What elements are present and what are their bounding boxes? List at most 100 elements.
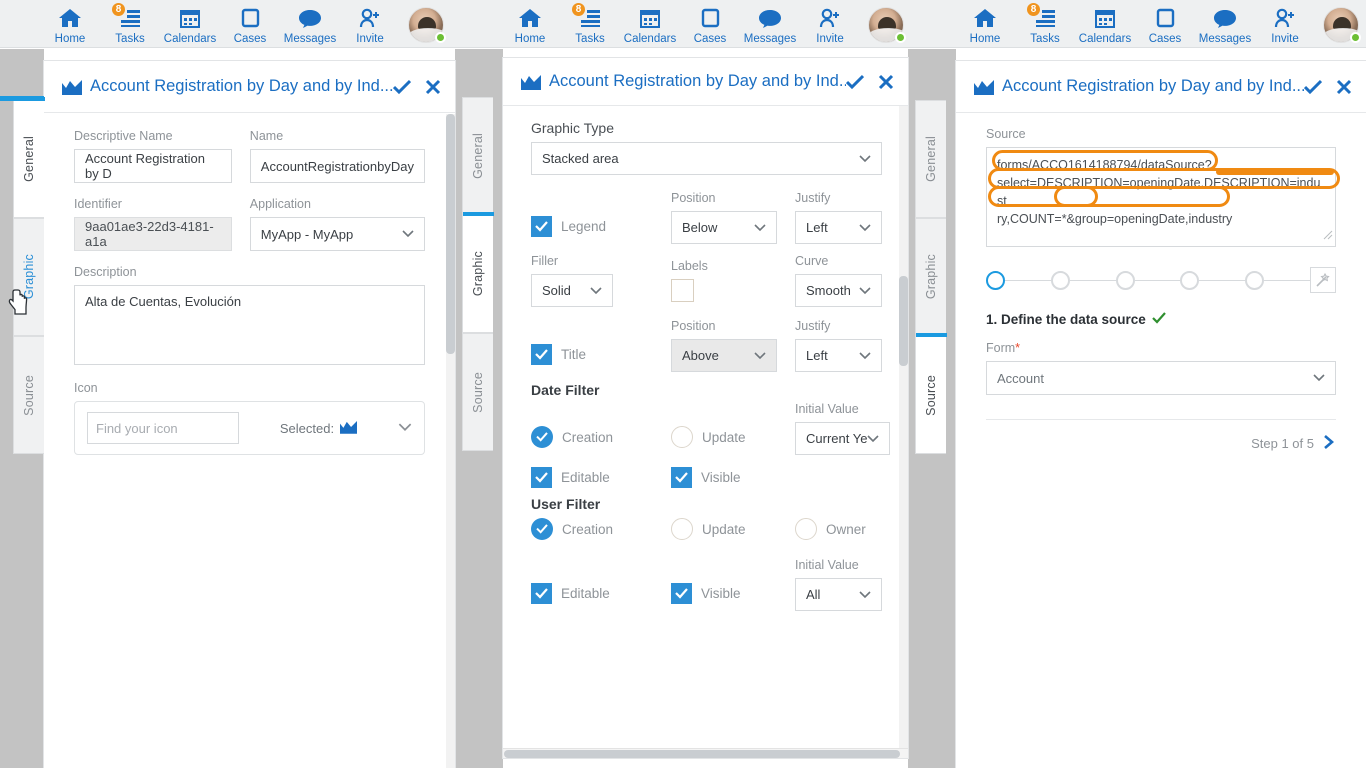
user-filter-initial-value-select[interactable]: All <box>795 578 882 611</box>
avatar[interactable] <box>1319 6 1363 44</box>
tab-source[interactable]: Source <box>13 336 44 454</box>
source-line-1: forms/ACCO1614188794/dataSource? <box>997 158 1212 172</box>
user-filter-creation-radio[interactable] <box>531 518 553 540</box>
name-input[interactable]: AccountRegistrationbyDay <box>249 149 425 183</box>
nav-item-calendars[interactable]: Calendars <box>1075 0 1135 46</box>
legend-checkbox[interactable] <box>531 216 552 237</box>
legend-position-select[interactable]: Below <box>671 211 777 244</box>
labels-checkbox[interactable] <box>671 279 694 302</box>
top-navigation-bar-1: Home 8 Tasks Calendars Cases Messages In… <box>0 0 460 48</box>
close-button[interactable] <box>425 79 441 95</box>
scrollbar-thumb[interactable] <box>899 276 908 366</box>
user-filter-visible-row[interactable]: Visible <box>671 583 777 611</box>
date-filter-update-row[interactable]: Update <box>671 426 777 455</box>
chevron-down-icon[interactable] <box>398 419 412 437</box>
nav-item-calendars[interactable]: Calendars <box>620 0 680 46</box>
legend-justify-select[interactable]: Left <box>795 211 882 244</box>
panel-graphic-vertical-scrollbar[interactable] <box>899 106 908 750</box>
wizard-step-1[interactable] <box>986 270 1005 290</box>
date-filter-update-radio[interactable] <box>671 426 693 448</box>
nav-item-tasks[interactable]: 8 Tasks <box>1015 0 1075 46</box>
form-select[interactable]: Account <box>986 361 1336 395</box>
user-filter-update-radio[interactable] <box>671 518 693 540</box>
nav-item-messages[interactable]: Messages <box>740 0 800 46</box>
date-filter-creation-row[interactable]: Creation <box>531 426 653 455</box>
legend-justify-field: Justify Left <box>795 191 882 244</box>
date-filter-editable-checkbox[interactable] <box>531 467 552 488</box>
descriptive-name-input[interactable]: Account Registration by D <box>74 149 232 183</box>
nav-item-calendars[interactable]: Calendars <box>160 0 220 46</box>
title-checkbox[interactable] <box>531 344 552 365</box>
source-textarea[interactable]: forms/ACCO1614188794/dataSource? select=… <box>986 147 1336 247</box>
tab-source[interactable]: Source <box>915 333 947 454</box>
avatar[interactable] <box>404 6 448 44</box>
nav-item-invite[interactable]: Invite <box>800 0 860 46</box>
nav-item-messages[interactable]: Messages <box>1195 0 1255 46</box>
user-filter-update-row[interactable]: Update <box>671 518 777 540</box>
curve-select[interactable]: Smooth <box>795 274 882 307</box>
accept-button[interactable] <box>393 79 411 95</box>
nav-item-cases[interactable]: Cases <box>220 0 280 46</box>
nav-item-messages[interactable]: Messages <box>280 0 340 46</box>
user-filter-visible-checkbox[interactable] <box>671 583 692 604</box>
title-justify-select[interactable]: Left <box>795 339 882 372</box>
avatar[interactable] <box>864 6 908 44</box>
tab-source[interactable]: Source <box>462 333 493 451</box>
identifier-field: Identifier 9aa01ae3-22d3-4181-a1a <box>74 197 232 251</box>
wizard-step-2[interactable] <box>1050 270 1070 290</box>
nav-item-tasks[interactable]: 8 Tasks <box>560 0 620 46</box>
title-checkbox-row[interactable]: Title <box>531 344 653 365</box>
date-filter-creation-radio[interactable] <box>531 426 553 448</box>
tab-graphic-label: Graphic <box>22 254 36 300</box>
icon-search-input[interactable]: Find your icon <box>87 412 239 444</box>
nav-item-invite[interactable]: Invite <box>340 0 400 46</box>
scrollbar-thumb[interactable] <box>446 114 455 354</box>
user-filter-editable-checkbox[interactable] <box>531 583 552 604</box>
date-filter-editable-row[interactable]: Editable <box>531 467 653 488</box>
date-filter-visible-checkbox[interactable] <box>671 467 692 488</box>
wizard-step-3[interactable] <box>1115 270 1135 290</box>
textarea-resize-grip[interactable] <box>1323 227 1333 245</box>
nav-item-home[interactable]: Home <box>955 0 1015 46</box>
date-filter-initial-value-select[interactable]: Current Ye <box>795 422 891 455</box>
chevron-right-icon[interactable] <box>1322 434 1336 453</box>
description-textarea[interactable]: Alta de Cuentas, Evolución <box>74 285 425 365</box>
scrollbar-thumb[interactable] <box>504 750 900 758</box>
filler-select[interactable]: Solid <box>531 274 613 307</box>
user-filter-creation-row[interactable]: Creation <box>531 518 653 540</box>
date-filter-visible-row[interactable]: Visible <box>671 467 777 488</box>
wizard-step-4[interactable] <box>1180 270 1200 290</box>
tab-general[interactable]: General <box>915 100 946 218</box>
nav-label-invite: Invite <box>1271 32 1299 45</box>
tab-graphic[interactable]: Graphic <box>13 218 44 336</box>
panel-general-vertical-scrollbar[interactable] <box>446 114 455 768</box>
tab-graphic[interactable]: Graphic <box>462 212 494 333</box>
nav-item-home[interactable]: Home <box>40 0 100 46</box>
nav-item-home[interactable]: Home <box>500 0 560 46</box>
graphic-type-select[interactable]: Stacked area <box>531 142 882 175</box>
accept-button[interactable] <box>846 74 864 90</box>
close-button[interactable] <box>1336 79 1352 95</box>
user-filter-owner-row[interactable]: Owner <box>795 518 882 540</box>
nav-item-invite[interactable]: Invite <box>1255 0 1315 46</box>
accept-button[interactable] <box>1304 79 1322 95</box>
tab-general[interactable]: General <box>462 97 493 215</box>
nav-label-messages: Messages <box>1198 32 1252 45</box>
nav-item-cases[interactable]: Cases <box>1135 0 1195 46</box>
user-filter-owner-radio[interactable] <box>795 518 817 540</box>
tab-graphic[interactable]: Graphic <box>915 218 946 336</box>
panel-graphic-horizontal-scrollbar[interactable] <box>503 748 908 758</box>
title-position-select[interactable]: Above <box>671 339 777 372</box>
magic-wand-icon[interactable] <box>1309 267 1336 293</box>
application-select[interactable]: MyApp - MyApp <box>249 217 425 251</box>
wizard-step-5[interactable] <box>1245 270 1265 290</box>
curve-label: Curve <box>795 254 829 268</box>
close-button[interactable] <box>878 74 894 90</box>
panel-graphic-body: Graphic Type Stacked area Legend Positio… <box>503 106 908 611</box>
nav-item-tasks[interactable]: 8 Tasks <box>100 0 160 46</box>
date-filter-initial-value-field: Initial Value Current Ye <box>795 402 891 455</box>
nav-item-cases[interactable]: Cases <box>680 0 740 46</box>
legend-checkbox-row[interactable]: Legend <box>531 216 653 237</box>
user-filter-editable-row[interactable]: Editable <box>531 583 653 611</box>
tab-general[interactable]: General <box>13 97 45 218</box>
